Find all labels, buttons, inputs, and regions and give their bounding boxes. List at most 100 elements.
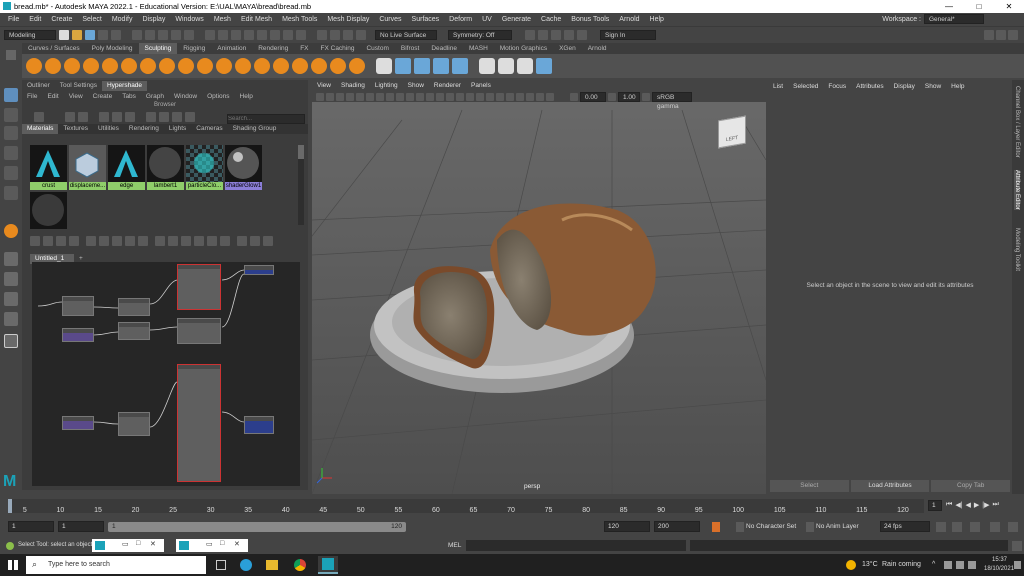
volume-icon[interactable]	[956, 561, 964, 569]
hs-menu-options[interactable]: Options	[202, 92, 234, 102]
weather-text[interactable]: Rain coming	[882, 561, 921, 568]
side-by-side-layout-icon[interactable]	[4, 292, 18, 306]
browser-icons-icon[interactable]	[78, 112, 88, 122]
script-editor-icon[interactable]	[1012, 541, 1022, 551]
anti-aliasing-icon[interactable]	[496, 92, 504, 101]
shelf-tab-curves-surfaces[interactable]: Curves / Surfaces	[22, 43, 86, 54]
animation-end-field[interactable]: 200	[654, 521, 700, 532]
step-forward-frame-icon[interactable]: |▶	[982, 501, 989, 509]
tab-cameras[interactable]: Cameras	[191, 124, 227, 134]
sculpt-brush-icon[interactable]	[26, 58, 42, 74]
new-scene-icon[interactable]	[59, 29, 69, 40]
vp-menu-view[interactable]: View	[312, 80, 336, 91]
menu-surfaces[interactable]: Surfaces	[407, 16, 445, 23]
ae-menu-display[interactable]: Display	[889, 83, 920, 90]
sculpt-layer-icon[interactable]	[395, 58, 411, 74]
sign-in-dropdown[interactable]: Sign In	[600, 29, 656, 40]
use-all-lights-icon[interactable]	[456, 92, 464, 101]
animation-start-field[interactable]: 1	[8, 521, 54, 532]
redo-icon[interactable]	[111, 29, 121, 40]
maximize-icon[interactable]: □	[136, 540, 140, 547]
graph-node[interactable]	[62, 328, 94, 342]
sculpt-settings-icon[interactable]	[433, 58, 449, 74]
rotate-tool-icon[interactable]	[4, 166, 18, 180]
mask-joints-icon[interactable]	[218, 29, 228, 40]
mask-dynamics-icon[interactable]	[270, 29, 280, 40]
ipr-render-icon[interactable]	[538, 29, 548, 40]
single-perspective-layout-icon[interactable]	[4, 252, 18, 266]
camera-attributes-icon[interactable]	[326, 92, 334, 101]
menu-set-dropdown[interactable]: Modeling	[4, 29, 56, 40]
bookmarks-icon[interactable]	[336, 92, 344, 101]
browser-small-icon[interactable]	[99, 112, 109, 122]
shelf-tab-deadline[interactable]: Deadline	[425, 43, 463, 54]
clock-time[interactable]: 15:37	[992, 557, 1007, 563]
view-cube[interactable]: LEFT	[718, 115, 746, 149]
snap-point-icon[interactable]	[343, 29, 353, 40]
graph-node[interactable]	[177, 318, 221, 344]
playback-end-field[interactable]: 120	[604, 521, 650, 532]
minimized-window[interactable]: ▭ □ ✕	[92, 539, 164, 552]
material-swatch[interactable]: particleClo...	[186, 145, 223, 190]
graph-node[interactable]	[118, 298, 150, 316]
menu-create[interactable]: Create	[46, 16, 77, 23]
browser-large-icon[interactable]	[125, 112, 135, 122]
vp-menu-lighting[interactable]: Lighting	[370, 80, 403, 91]
graph-input-icon[interactable]	[30, 236, 40, 246]
graph-io-icon[interactable]	[43, 236, 53, 246]
menu-edit-mesh[interactable]: Edit Mesh	[236, 16, 277, 23]
select-camera-icon[interactable]	[316, 92, 324, 101]
gamma-icon[interactable]	[608, 92, 616, 101]
color-space-dropdown[interactable]: sRGB gamma	[652, 91, 692, 110]
preferences-icon[interactable]	[1008, 522, 1018, 532]
shelf-tab-poly-modeling[interactable]: Poly Modeling	[86, 43, 139, 54]
graph-output-icon[interactable]	[56, 236, 66, 246]
wireframe-on-shaded-icon[interactable]	[436, 92, 444, 101]
move-tool-icon[interactable]	[4, 146, 18, 160]
tab-materials[interactable]: Materials	[22, 124, 59, 134]
ae-load-attributes-button[interactable]: Load Attributes	[850, 480, 930, 492]
tray-chevron-icon[interactable]: ^	[932, 561, 935, 568]
quad-draw-icon[interactable]	[498, 58, 514, 74]
pinch-brush-icon[interactable]	[102, 58, 118, 74]
mask-deformations-icon[interactable]	[257, 29, 267, 40]
foamy-brush-icon[interactable]	[140, 58, 156, 74]
close-icon[interactable]: ✕	[150, 540, 156, 548]
field-chart-icon[interactable]	[396, 92, 404, 101]
exposure-field[interactable]: 0.00	[580, 91, 606, 102]
browser-view-icon[interactable]	[34, 112, 44, 122]
sound-icon[interactable]	[990, 522, 1000, 532]
material-swatch[interactable]: shaderGlow1	[225, 145, 262, 190]
knife-brush-icon[interactable]	[273, 58, 289, 74]
go-to-start-icon[interactable]: ⏮	[946, 501, 952, 509]
menu-arnold[interactable]: Arnold	[614, 16, 644, 23]
hs-menu-file[interactable]: File	[22, 92, 42, 102]
snap-view-plane-icon[interactable]	[356, 29, 366, 40]
shelf-tab-mash[interactable]: MASH	[463, 43, 494, 54]
graph-dock-icon[interactable]	[263, 236, 273, 246]
perspective-viewport[interactable]: LEFT persp	[312, 80, 766, 494]
graph-node[interactable]	[118, 412, 150, 436]
graph-node[interactable]	[177, 264, 221, 310]
ae-menu-help[interactable]: Help	[946, 83, 969, 90]
menu-mesh[interactable]: Mesh	[209, 16, 236, 23]
spray-brush-icon[interactable]	[159, 58, 175, 74]
menu-mesh-tools[interactable]: Mesh Tools	[277, 16, 322, 23]
character-set-icon[interactable]	[736, 522, 744, 532]
lock-selection-icon[interactable]	[171, 29, 181, 40]
loop-icon[interactable]	[970, 522, 980, 532]
graph-grid-icon[interactable]	[237, 236, 247, 246]
taskbar-search[interactable]: ⌕ Type here to search	[26, 556, 206, 574]
browser-medium-icon[interactable]	[112, 112, 122, 122]
bulge-brush-icon[interactable]	[311, 58, 327, 74]
browser-search-input[interactable]	[227, 114, 305, 124]
menu-select[interactable]: Select	[77, 16, 106, 23]
lasso-tool-icon[interactable]	[4, 108, 18, 122]
task-view-icon[interactable]	[216, 560, 226, 570]
menu-curves[interactable]: Curves	[374, 16, 406, 23]
mask-curves-icon[interactable]	[231, 29, 241, 40]
browser-sort-time-icon[interactable]	[172, 112, 182, 122]
blend-shape-icon[interactable]	[414, 58, 430, 74]
graph-full-icon[interactable]	[181, 236, 191, 246]
select-component-icon[interactable]	[158, 29, 168, 40]
